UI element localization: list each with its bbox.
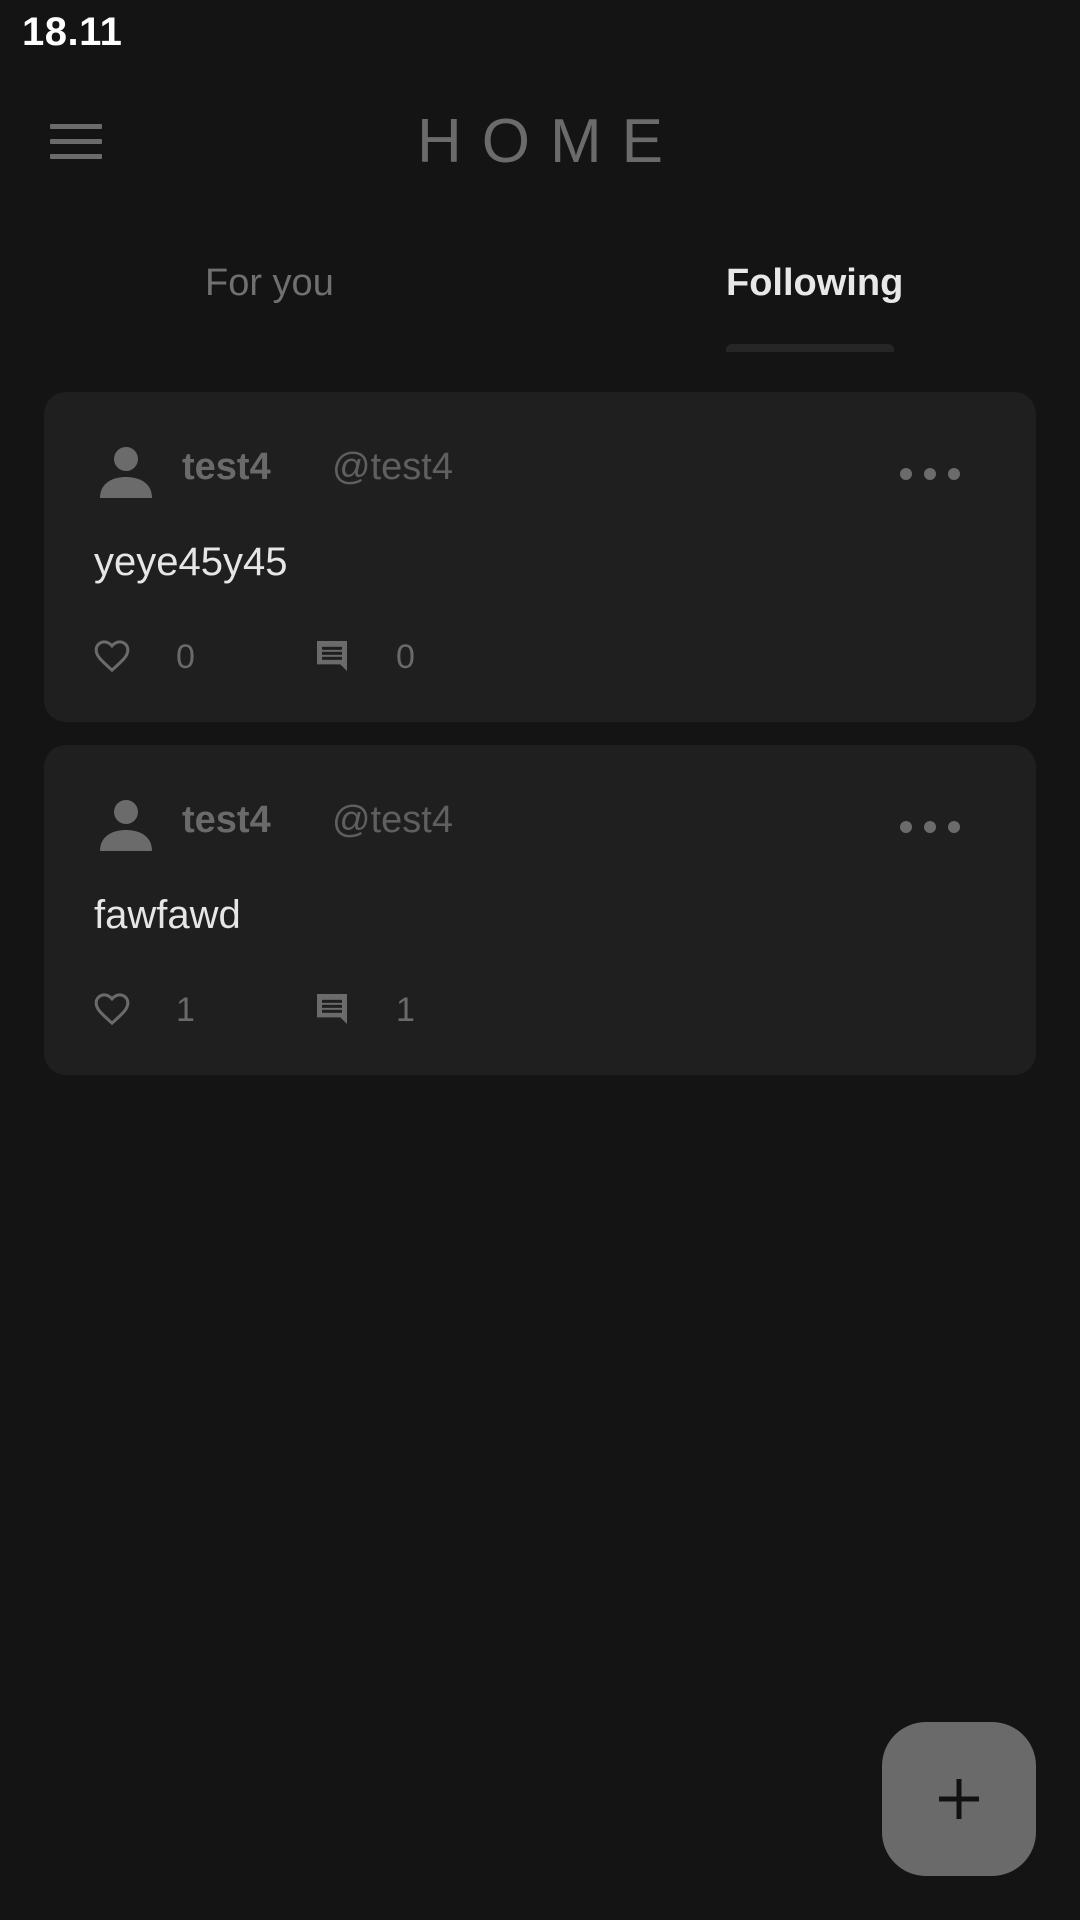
comment-icon[interactable]: [312, 636, 352, 676]
like-count: 1: [176, 991, 195, 1029]
post-card[interactable]: test4 @test4 yeye45y45 0 0: [44, 392, 1036, 722]
like-count: 0: [176, 638, 195, 676]
tab-for-you-label: For you: [205, 262, 334, 304]
author-name[interactable]: test4: [182, 446, 271, 489]
page-title: HOME: [417, 107, 683, 176]
post-text: fawfawd: [94, 893, 241, 937]
more-horizontal-icon: [900, 821, 912, 833]
home-screen: 18.11 HOME For you Following test4 @test…: [0, 0, 1080, 1920]
author-handle[interactable]: @test4: [332, 799, 453, 842]
tab-for-you[interactable]: For you: [140, 240, 400, 352]
post-text: yeye45y45: [94, 540, 288, 584]
tab-following-label: Following: [726, 262, 904, 304]
post-card[interactable]: test4 @test4 fawfawd 1 1: [44, 745, 1036, 1075]
person-icon: [100, 800, 152, 851]
tab-following[interactable]: Following: [680, 240, 940, 352]
author-handle[interactable]: @test4: [332, 446, 453, 489]
author-name[interactable]: test4: [182, 799, 271, 842]
comment-count: 0: [396, 638, 415, 676]
app-bar: HOME: [0, 90, 1080, 190]
tab-indicator: [726, 344, 894, 352]
heart-outline-icon[interactable]: [92, 989, 132, 1029]
comment-count: 1: [396, 991, 415, 1029]
comment-icon[interactable]: [312, 989, 352, 1029]
person-icon: [100, 447, 152, 498]
new-post-button[interactable]: [882, 1722, 1036, 1876]
more-options-button[interactable]: [900, 454, 960, 494]
more-options-button[interactable]: [900, 807, 960, 847]
plus-icon: [939, 1779, 979, 1819]
tab-bar: For you Following: [0, 240, 1080, 352]
status-time: 18.11: [22, 10, 123, 54]
status-bar: 18.11: [0, 0, 1080, 66]
heart-outline-icon[interactable]: [92, 636, 132, 676]
more-horizontal-icon: [900, 468, 912, 480]
